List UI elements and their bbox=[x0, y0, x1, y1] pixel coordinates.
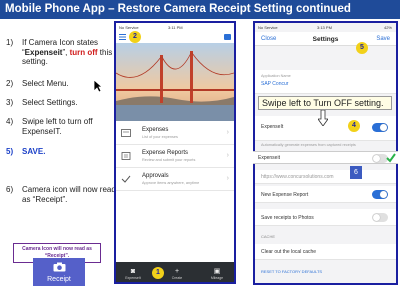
swipe-instruction-note: Swipe left to Turn OFF setting. bbox=[258, 96, 392, 110]
chevron-right-icon: › bbox=[226, 152, 229, 159]
battery-text: 42% bbox=[383, 25, 392, 30]
app-name-row: Application Name SAP Concur bbox=[255, 70, 396, 94]
golden-gate-bridge-image bbox=[116, 43, 234, 121]
carrier-text: No Service bbox=[258, 25, 278, 30]
new-report-row: New Expense Report bbox=[255, 186, 396, 203]
expenseit-preview-label: Expenseit bbox=[258, 155, 280, 161]
plus-icon: + bbox=[174, 268, 180, 275]
status-bar: No Service 3:13 PM 42% bbox=[255, 23, 396, 31]
carrier-text: No Service bbox=[119, 25, 139, 30]
menu-item-subtitle: Approve items anywhere, anytime bbox=[142, 181, 200, 185]
chevron-right-icon: › bbox=[226, 129, 229, 136]
reset-defaults-link[interactable]: RESET TO FACTORY DEFAULTS bbox=[261, 269, 322, 274]
camera-icon: ◙ bbox=[130, 268, 136, 275]
clear-cache-label: Clear out the local cache bbox=[261, 249, 317, 255]
step-text: If Camera Icon states “Expenseit”, turn … bbox=[22, 38, 113, 66]
expenseit-label: ExpenseIt bbox=[261, 124, 284, 130]
receipt-camera-button[interactable]: Receipt bbox=[33, 258, 85, 286]
checkmark-icon bbox=[386, 153, 396, 163]
menu-item-subtitle: List of your expenses bbox=[142, 135, 178, 139]
menu-item-approvals[interactable]: Approvals Approve items anywhere, anytim… bbox=[116, 169, 234, 191]
mouse-pointer-icon bbox=[93, 79, 103, 93]
step-badge-2: 2 bbox=[129, 31, 141, 43]
clock-text: 3:11 PM bbox=[168, 25, 183, 30]
tab-label: ExpenseIt bbox=[125, 276, 141, 280]
chevron-right-icon: › bbox=[226, 175, 229, 182]
clear-cache-row[interactable]: Clear out the local cache bbox=[255, 244, 396, 260]
reports-icon bbox=[121, 152, 131, 160]
menu-item-title: Approvals bbox=[142, 173, 169, 179]
tab-label: Mileage bbox=[210, 276, 224, 280]
approvals-icon bbox=[121, 175, 131, 183]
menu-item-expenses[interactable]: Expenses List of your expenses › bbox=[116, 123, 234, 145]
expenseit-off-preview: Expenseit bbox=[253, 151, 398, 164]
expenseit-toggle[interactable] bbox=[372, 123, 388, 132]
step-number: 3) bbox=[6, 98, 14, 107]
step-number: 1) bbox=[6, 38, 14, 47]
step-number: 5) bbox=[6, 147, 14, 156]
tab-mileage[interactable]: ▣ Mileage bbox=[206, 268, 228, 280]
url-row: https://www.concursolutions.com bbox=[255, 170, 396, 184]
save-photos-row: Save receipts to Photos bbox=[255, 209, 396, 226]
tab-create[interactable]: + Create bbox=[166, 268, 188, 280]
step-badge-5: 5 bbox=[356, 42, 368, 54]
step-badge-4: 4 bbox=[348, 120, 360, 132]
step-badge-1: 1 bbox=[152, 267, 164, 279]
step-number: 6) bbox=[6, 185, 14, 194]
settings-nav-bar: Close Settings Save bbox=[255, 32, 396, 46]
status-bar: No Service 3:11 PM bbox=[116, 23, 234, 31]
save-button[interactable]: Save bbox=[376, 36, 390, 42]
camera-icon bbox=[53, 262, 66, 272]
new-report-label: New Expense Report bbox=[261, 192, 309, 198]
save-photos-toggle[interactable] bbox=[372, 213, 388, 222]
tab-label: Create bbox=[171, 276, 183, 280]
app-name-label: Application Name bbox=[261, 74, 291, 78]
app-name-value: SAP Concur bbox=[261, 81, 289, 87]
menu-item-expense-reports[interactable]: Expense Reports Review and submit your r… bbox=[116, 146, 234, 168]
down-arrow-icon bbox=[318, 110, 328, 126]
menu-item-subtitle: Review and submit your reports bbox=[142, 158, 196, 162]
menu-item-title: Expense Reports bbox=[142, 150, 189, 156]
chat-icon[interactable] bbox=[224, 34, 231, 40]
step-text: SAVE. bbox=[22, 147, 46, 156]
step-text: Select Settings. bbox=[22, 98, 78, 107]
menu-item-title: Expenses bbox=[142, 127, 169, 133]
save-photos-label: Save receipts to Photos bbox=[261, 215, 314, 221]
step-badge-6: 6 bbox=[350, 166, 362, 179]
clock-text: 3:13 PM bbox=[317, 25, 332, 30]
tab-expenseit[interactable]: ◙ ExpenseIt bbox=[122, 268, 144, 280]
step-number: 4) bbox=[6, 117, 14, 126]
camera-tile-label: Receipt bbox=[47, 276, 71, 283]
step-text: Camera icon will now read as “Receipt”. bbox=[22, 185, 116, 204]
phone-home-screen: No Service 3:11 PM 2 Expenses List of yo… bbox=[114, 21, 236, 284]
step-text: Swipe left to turn off ExpenseIT. bbox=[22, 117, 93, 136]
cache-section-header: CACHE bbox=[261, 234, 276, 239]
expenses-icon bbox=[121, 129, 131, 137]
bottom-tab-bar: ◙ ExpenseIt + Create ▣ Mileage bbox=[116, 262, 234, 282]
step-number: 2) bbox=[6, 79, 14, 88]
expenseit-description: Automatically generate expenses from cap… bbox=[261, 143, 356, 147]
new-report-toggle[interactable] bbox=[372, 190, 388, 199]
car-icon: ▣ bbox=[213, 268, 221, 275]
server-url: https://www.concursolutions.com bbox=[261, 174, 334, 180]
slide-title: Mobile Phone App – Restore Camera Receip… bbox=[0, 0, 400, 19]
menu-icon[interactable] bbox=[119, 34, 126, 40]
callout-line: Camera Icon will now read as bbox=[22, 246, 92, 252]
screen-title: Settings bbox=[312, 36, 339, 43]
